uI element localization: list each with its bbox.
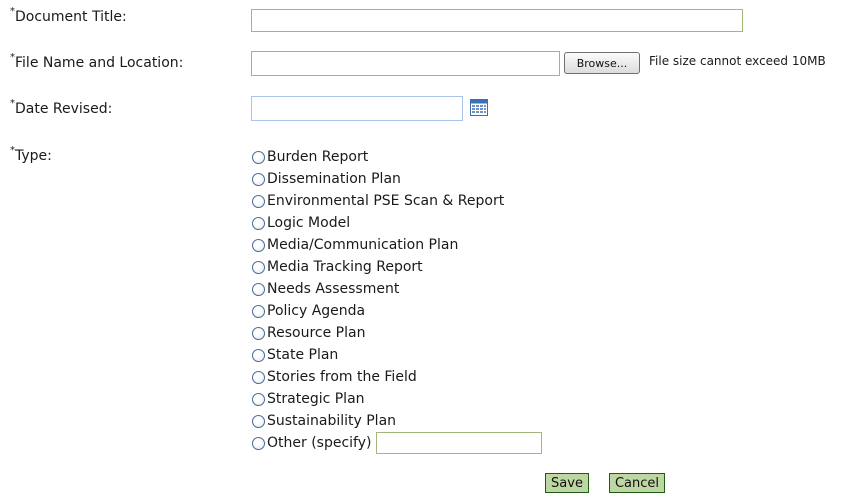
browse-button[interactable]: Browse... [564, 52, 640, 74]
type-label: *Type: [10, 145, 52, 164]
radio-button[interactable] [252, 436, 265, 450]
radio-option[interactable]: Media/Communication Plan [252, 234, 542, 256]
radio-option[interactable]: Media Tracking Report [252, 256, 542, 278]
date-revised-label: *Date Revised: [10, 98, 113, 117]
radio-option[interactable]: Dissemination Plan [252, 168, 542, 190]
radio-button[interactable] [252, 304, 265, 318]
calendar-icon[interactable] [470, 99, 488, 116]
radio-button[interactable] [252, 150, 265, 164]
cancel-button[interactable]: Cancel [609, 473, 665, 493]
radio-option[interactable]: Resource Plan [252, 322, 542, 344]
radio-option[interactable]: State Plan [252, 344, 542, 366]
date-revised-input[interactable] [251, 96, 463, 121]
radio-button[interactable] [252, 238, 265, 252]
radio-option[interactable]: Needs Assessment [252, 278, 542, 300]
radio-option[interactable]: Logic Model [252, 212, 542, 234]
other-specify-input[interactable] [376, 432, 543, 454]
radio-button[interactable] [252, 392, 265, 406]
radio-button[interactable] [252, 326, 265, 340]
required-asterisk: * [10, 145, 15, 157]
radio-button[interactable] [252, 282, 265, 296]
required-asterisk: * [10, 6, 15, 18]
file-path-input[interactable] [251, 51, 560, 76]
radio-option[interactable]: Sustainability Plan [252, 410, 542, 432]
radio-button[interactable] [252, 348, 265, 362]
radio-option[interactable]: Strategic Plan [252, 388, 542, 410]
radio-option-other[interactable]: Other (specify) [252, 432, 543, 454]
document-title-label: *Document Title: [10, 6, 127, 25]
radio-option[interactable]: Burden Report [252, 146, 542, 168]
radio-button[interactable] [252, 260, 265, 274]
file-size-hint: File size cannot exceed 10MB [649, 54, 826, 68]
type-radio-group: Burden Report Dissemination Plan Environ… [252, 146, 543, 454]
save-button[interactable]: Save [545, 473, 589, 493]
required-asterisk: * [10, 52, 15, 64]
radio-button[interactable] [252, 370, 265, 384]
radio-option[interactable]: Policy Agenda [252, 300, 542, 322]
file-name-label: *File Name and Location: [10, 52, 184, 71]
radio-option[interactable]: Stories from the Field [252, 366, 542, 388]
radio-option[interactable]: Environmental PSE Scan & Report [252, 190, 542, 212]
radio-button[interactable] [252, 216, 265, 230]
radio-button[interactable] [252, 172, 265, 186]
radio-button[interactable] [252, 194, 265, 208]
required-asterisk: * [10, 98, 15, 110]
document-title-input[interactable] [251, 9, 743, 32]
radio-button[interactable] [252, 414, 265, 428]
